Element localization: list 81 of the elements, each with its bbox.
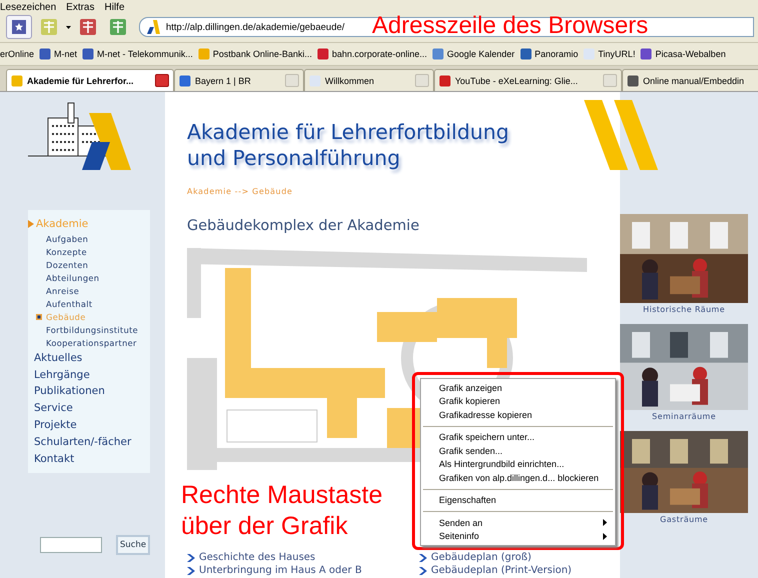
bullet-icon <box>36 314 42 320</box>
tab[interactable]: Willkommen <box>304 69 434 91</box>
menu-item[interactable]: Als Hintergrundbild einrichten... <box>421 458 615 471</box>
menu-item[interactable]: Grafik anzeigen <box>421 381 615 394</box>
tab-icon <box>11 74 23 86</box>
tab-icon <box>179 74 191 86</box>
bookmark[interactable]: Picasa-Webalben <box>640 48 726 60</box>
tab-icon <box>627 74 639 86</box>
bookmark-icon <box>432 48 444 60</box>
grid-icon <box>79 18 97 36</box>
bookmark-icon <box>82 48 94 60</box>
menu-item[interactable]: Hilfe <box>104 2 125 12</box>
bookmark[interactable]: Google Kalender <box>432 48 515 60</box>
close-icon[interactable] <box>285 74 299 87</box>
menu-item[interactable]: Lesezeichen <box>0 2 56 12</box>
bookmark-icon <box>640 48 652 60</box>
photo-caption: Seminarräume <box>652 412 716 421</box>
nav-item[interactable]: Projekte <box>34 416 150 434</box>
nav-item[interactable]: Lehrgänge <box>34 366 150 384</box>
nav-item[interactable]: Kontakt <box>34 450 150 468</box>
nav-item[interactable]: Schularten/-fächer <box>34 434 150 451</box>
tab[interactable]: Akademie für Lehrerfor... <box>6 69 174 91</box>
nav-item[interactable]: Publikationen <box>34 383 150 400</box>
tab[interactable]: Bayern 1 | BR <box>174 69 304 91</box>
menu-item[interactable]: Grafikadresse kopieren <box>421 408 615 422</box>
menu-item[interactable]: Grafik senden... <box>421 444 615 458</box>
bookmark-icon <box>198 48 210 60</box>
nav-item[interactable]: Service <box>34 400 150 417</box>
bookmark-icon <box>39 48 52 60</box>
annotation: Rechte Maustaste über der Grafik <box>181 480 382 542</box>
nav-item[interactable]: Aktuelles <box>34 350 150 367</box>
close-icon[interactable] <box>603 74 617 87</box>
link[interactable]: Gebäudeplan (groß) <box>419 552 620 564</box>
nav-subitem[interactable]: Kooperationspartner <box>30 336 150 350</box>
bookmark-icon <box>520 48 532 60</box>
nav-subitem[interactable]: Dozenten <box>30 258 150 272</box>
address-field[interactable]: http://alp.dillingen.de/akademie/gebaeude/ Adresszeile des Browsers <box>139 17 754 37</box>
breadcrumb: Akademie --> Gebäude <box>187 187 294 196</box>
link[interactable]: Geschichte des Hauses <box>187 552 419 564</box>
triangle-icon <box>28 220 34 228</box>
search-button[interactable]: Suche <box>116 535 150 556</box>
nav-subitem[interactable]: Anreise <box>30 284 150 298</box>
nav-subitem[interactable]: Aufgaben <box>30 232 150 246</box>
bookmark[interactable]: erOnline <box>0 49 34 59</box>
nav-subitem[interactable]: Aufenthalt <box>30 298 150 311</box>
tab[interactable]: Online manual/Embeddin <box>622 69 758 91</box>
menu-item[interactable]: Seiteninfo <box>421 530 615 543</box>
bookmark[interactable]: Panoramio <box>520 48 578 60</box>
section-heading: Gebäudekomplex der Akademie <box>187 218 420 234</box>
search-field[interactable] <box>40 537 102 554</box>
link[interactable]: Gebäudeplan (Print-Version) <box>419 564 620 577</box>
grid-icon <box>109 18 127 36</box>
tab-icon <box>309 74 321 86</box>
menu-item[interactable]: Eigenschaften <box>421 494 615 507</box>
bookmark-icon <box>316 48 329 60</box>
bookmark[interactable]: bahn.corporate-online... <box>316 48 428 60</box>
bookmark[interactable]: TinyURL! <box>583 48 636 60</box>
bookmarks-button[interactable] <box>6 15 32 39</box>
nav-subitem[interactable]: Abteilungen <box>30 272 150 285</box>
photo-caption: Historische Räume <box>643 305 725 314</box>
nav-subitem[interactable]: Konzepte <box>30 246 150 259</box>
close-icon[interactable] <box>415 74 429 87</box>
photo-caption: Gasträume <box>660 515 708 524</box>
menu-item[interactable]: Senden an <box>421 516 615 530</box>
caret-icon[interactable] <box>66 26 71 28</box>
bookmark-icon <box>583 48 596 60</box>
grid-icon <box>40 18 58 36</box>
tab[interactable]: YouTube - eXeLearning: Glie... <box>434 69 622 91</box>
tab-icon <box>439 74 451 86</box>
menu-item[interactable]: Grafik speichern unter... <box>421 430 615 444</box>
menu-item[interactable]: Grafiken von alp.dillingen.d... blockieren <box>421 471 615 484</box>
site-icon <box>144 20 160 34</box>
bookmark[interactable]: Postbank Online-Banki... <box>198 48 312 60</box>
page-title: Akademie für Lehrerfortbildung und Personalführung <box>187 119 510 171</box>
menu-item[interactable]: Extras <box>66 2 94 12</box>
menu-item[interactable]: Grafik kopieren <box>421 394 615 408</box>
nav-subitem[interactable]: Fortbildungsinstitute <box>30 324 150 337</box>
link[interactable]: Unterbringung im Haus A oder B <box>187 564 419 577</box>
bookmark[interactable]: M-net - Telekommunik... <box>82 48 193 60</box>
bookmark[interactable]: M-net <box>39 48 78 60</box>
close-icon[interactable] <box>155 74 169 87</box>
